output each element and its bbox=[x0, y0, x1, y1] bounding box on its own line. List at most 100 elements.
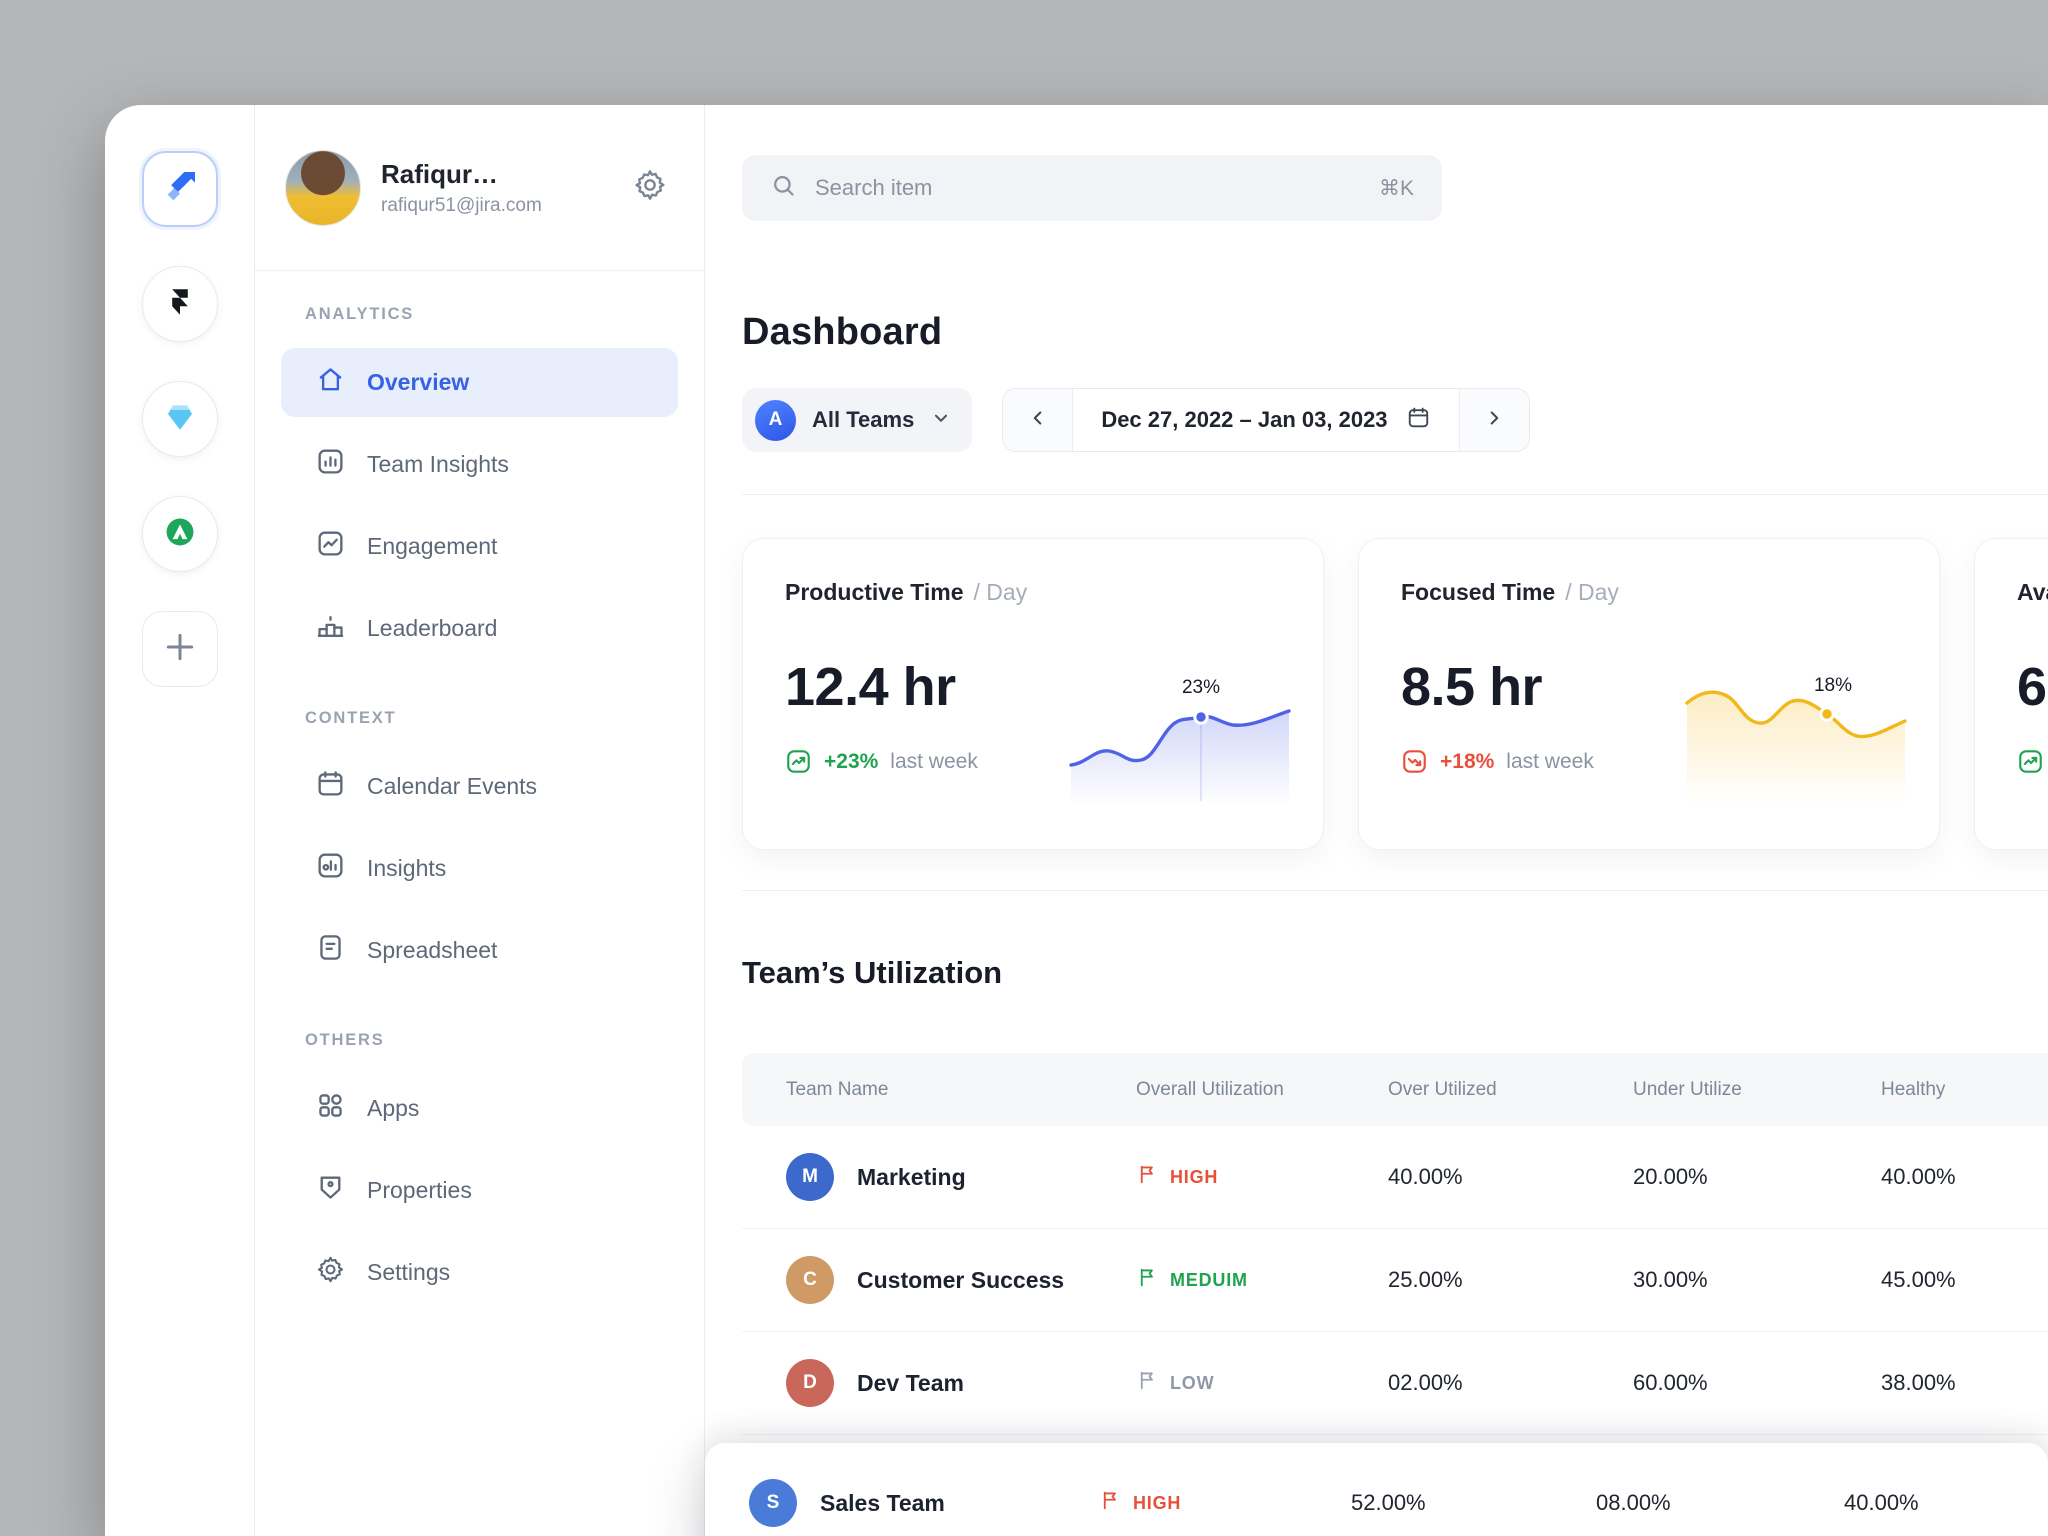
table-row-dev-team[interactable]: D Dev Team LOW 02.00% 60.00% 38.00% bbox=[742, 1332, 2048, 1435]
utilization-title: Team’s Utilization bbox=[742, 955, 1003, 990]
sidebar-item-label: Insights bbox=[367, 855, 447, 881]
sidebar: Rafiqur… rafiqur51@jira.com ANALYTICS Ov… bbox=[255, 105, 705, 1536]
team-name: Customer Success bbox=[857, 1266, 1065, 1293]
card-delta: +18% bbox=[1440, 749, 1495, 773]
section-others: OTHERS Apps Properties Settings bbox=[281, 1031, 678, 1307]
sidebar-item-label: Team Insights bbox=[367, 451, 509, 477]
sidebar-item-insights[interactable]: Insights bbox=[281, 834, 678, 903]
podium-icon bbox=[315, 610, 346, 647]
date-prev-button[interactable] bbox=[1003, 389, 1074, 451]
team-name: Sales Team bbox=[820, 1489, 945, 1516]
available-time-card: Ava 6.5 + bbox=[1974, 538, 2048, 850]
home-icon bbox=[315, 364, 346, 401]
sidebar-item-apps[interactable]: Apps bbox=[281, 1074, 678, 1143]
team-selector[interactable]: A All Teams bbox=[742, 388, 973, 452]
column-header: Over Utilized bbox=[1388, 1078, 1497, 1100]
date-range-button[interactable]: Dec 27, 2022 – Jan 03, 2023 bbox=[1073, 389, 1458, 451]
team-name: Marketing bbox=[857, 1163, 966, 1190]
date-range-control: Dec 27, 2022 – Jan 03, 2023 bbox=[1002, 388, 1530, 452]
flag-icon bbox=[1136, 1163, 1159, 1191]
divider bbox=[742, 494, 2048, 495]
status-badge: HIGH bbox=[1170, 1166, 1219, 1187]
card-delta: +23% bbox=[824, 749, 879, 773]
healthy-value: 45.00% bbox=[1881, 1267, 1956, 1292]
under-utilized-value: 30.00% bbox=[1633, 1267, 1708, 1292]
over-utilized-value: 52.00% bbox=[1351, 1490, 1426, 1515]
table-row-sales-team[interactable]: S Sales Team HIGH 52.00% 08.00% 40.00% bbox=[705, 1443, 2048, 1536]
sidebar-item-label: Overview bbox=[367, 369, 470, 395]
sidebar-item-label: Apps bbox=[367, 1095, 420, 1121]
sidebar-item-calendar-events[interactable]: Calendar Events bbox=[281, 752, 678, 821]
profile-name: Rafiqur… bbox=[381, 158, 498, 189]
under-utilized-value: 08.00% bbox=[1596, 1490, 1671, 1515]
user-avatar[interactable] bbox=[285, 149, 361, 226]
sidebar-item-leaderboard[interactable]: Leaderboard bbox=[281, 594, 678, 663]
table-row-marketing[interactable]: M Marketing HIGH 40.00% 20.00% 40.00% bbox=[742, 1126, 2048, 1229]
sidebar-item-team-insights[interactable]: Team Insights bbox=[281, 430, 678, 499]
healthy-value: 38.00% bbox=[1881, 1370, 1956, 1395]
column-header: Under Utilize bbox=[1633, 1078, 1742, 1100]
rail-item-diamond[interactable] bbox=[141, 381, 218, 457]
section-context: CONTEXT Calendar Events Insights Spreads… bbox=[281, 709, 678, 985]
sidebar-item-settings[interactable]: Settings bbox=[281, 1238, 678, 1307]
sidebar-item-spreadsheet[interactable]: Spreadsheet bbox=[281, 916, 678, 985]
flag-icon bbox=[1136, 1369, 1159, 1397]
table-header: Team Name Overall Utilization Over Utili… bbox=[742, 1053, 2048, 1126]
bar-chart-square-icon bbox=[315, 446, 346, 483]
team-avatar: A bbox=[755, 399, 796, 441]
app-rail bbox=[105, 105, 255, 1536]
card-title: Ava bbox=[2017, 579, 2048, 605]
gear-icon bbox=[632, 167, 668, 208]
calendar-icon bbox=[315, 768, 346, 805]
sidebar-item-overview[interactable]: Overview bbox=[281, 348, 678, 417]
sidebar-item-engagement[interactable]: Engagement bbox=[281, 512, 678, 581]
card-period: / Day bbox=[1565, 579, 1619, 605]
column-header: Healthy bbox=[1881, 1078, 1946, 1100]
sidebar-item-properties[interactable]: Properties bbox=[281, 1156, 678, 1225]
over-utilized-value: 02.00% bbox=[1388, 1370, 1463, 1395]
divider bbox=[742, 890, 2048, 891]
main-area: ⌘K Dashboard A All Teams bbox=[705, 105, 2048, 1536]
plus-icon bbox=[160, 627, 200, 672]
screen: Rafiqur… rafiqur51@jira.com ANALYTICS Ov… bbox=[0, 0, 2048, 1536]
productive-time-card: Productive Time / Day 12.4 hr +23% last … bbox=[742, 538, 1324, 850]
healthy-value: 40.00% bbox=[1881, 1164, 1956, 1189]
productive-trend-chart: 23% bbox=[1069, 677, 1291, 805]
apps-grid-icon bbox=[315, 1090, 346, 1127]
peak-label: 18% bbox=[1814, 675, 1852, 696]
sidebar-nav: ANALYTICS Overview Team Insights Engagem… bbox=[255, 271, 704, 1353]
team-initial-avatar: D bbox=[786, 1359, 834, 1407]
chevron-left-icon bbox=[1027, 407, 1049, 434]
team-initial-avatar: C bbox=[786, 1256, 834, 1304]
peak-label: 23% bbox=[1182, 677, 1220, 698]
profile-settings-button[interactable] bbox=[632, 167, 668, 208]
card-title: Productive Time bbox=[785, 579, 964, 605]
section-label: ANALYTICS bbox=[305, 305, 415, 323]
rail-item-green-app[interactable] bbox=[141, 496, 218, 572]
healthy-value: 40.00% bbox=[1844, 1490, 1919, 1515]
sidebar-item-label: Properties bbox=[367, 1177, 472, 1203]
search-bar[interactable]: ⌘K bbox=[742, 155, 1442, 221]
add-workspace-button[interactable] bbox=[141, 611, 218, 687]
main-header: ⌘K bbox=[705, 105, 2048, 271]
diamond-logo-icon bbox=[163, 400, 197, 439]
table-row-customer-success[interactable]: C Customer Success MEDUIM 25.00% 30.00% … bbox=[742, 1229, 2048, 1332]
chevron-right-icon bbox=[1483, 407, 1505, 434]
utilization-table: Team Name Overall Utilization Over Utili… bbox=[705, 1053, 2048, 1536]
badge-tag-icon bbox=[315, 1172, 346, 1209]
column-header: Team Name bbox=[786, 1078, 889, 1100]
rail-item-jira[interactable] bbox=[141, 151, 218, 227]
green-peak-logo-icon bbox=[163, 515, 197, 554]
trend-up-badge-icon bbox=[2017, 748, 2044, 775]
date-next-button[interactable] bbox=[1458, 389, 1529, 451]
section-label: CONTEXT bbox=[305, 709, 397, 727]
sidebar-item-label: Engagement bbox=[367, 533, 498, 559]
rail-item-framer[interactable] bbox=[141, 266, 218, 342]
calendar-icon bbox=[1406, 405, 1431, 435]
sidebar-item-label: Spreadsheet bbox=[367, 937, 498, 963]
profile-email: rafiqur51@jira.com bbox=[381, 194, 542, 216]
search-input[interactable] bbox=[815, 175, 1361, 201]
stat-cards-row: Productive Time / Day 12.4 hr +23% last … bbox=[742, 538, 2048, 850]
dashboard-content: Dashboard A All Teams Dec 27, 2022 – Jan… bbox=[705, 271, 2048, 1536]
focused-trend-chart: 18% bbox=[1685, 675, 1907, 805]
